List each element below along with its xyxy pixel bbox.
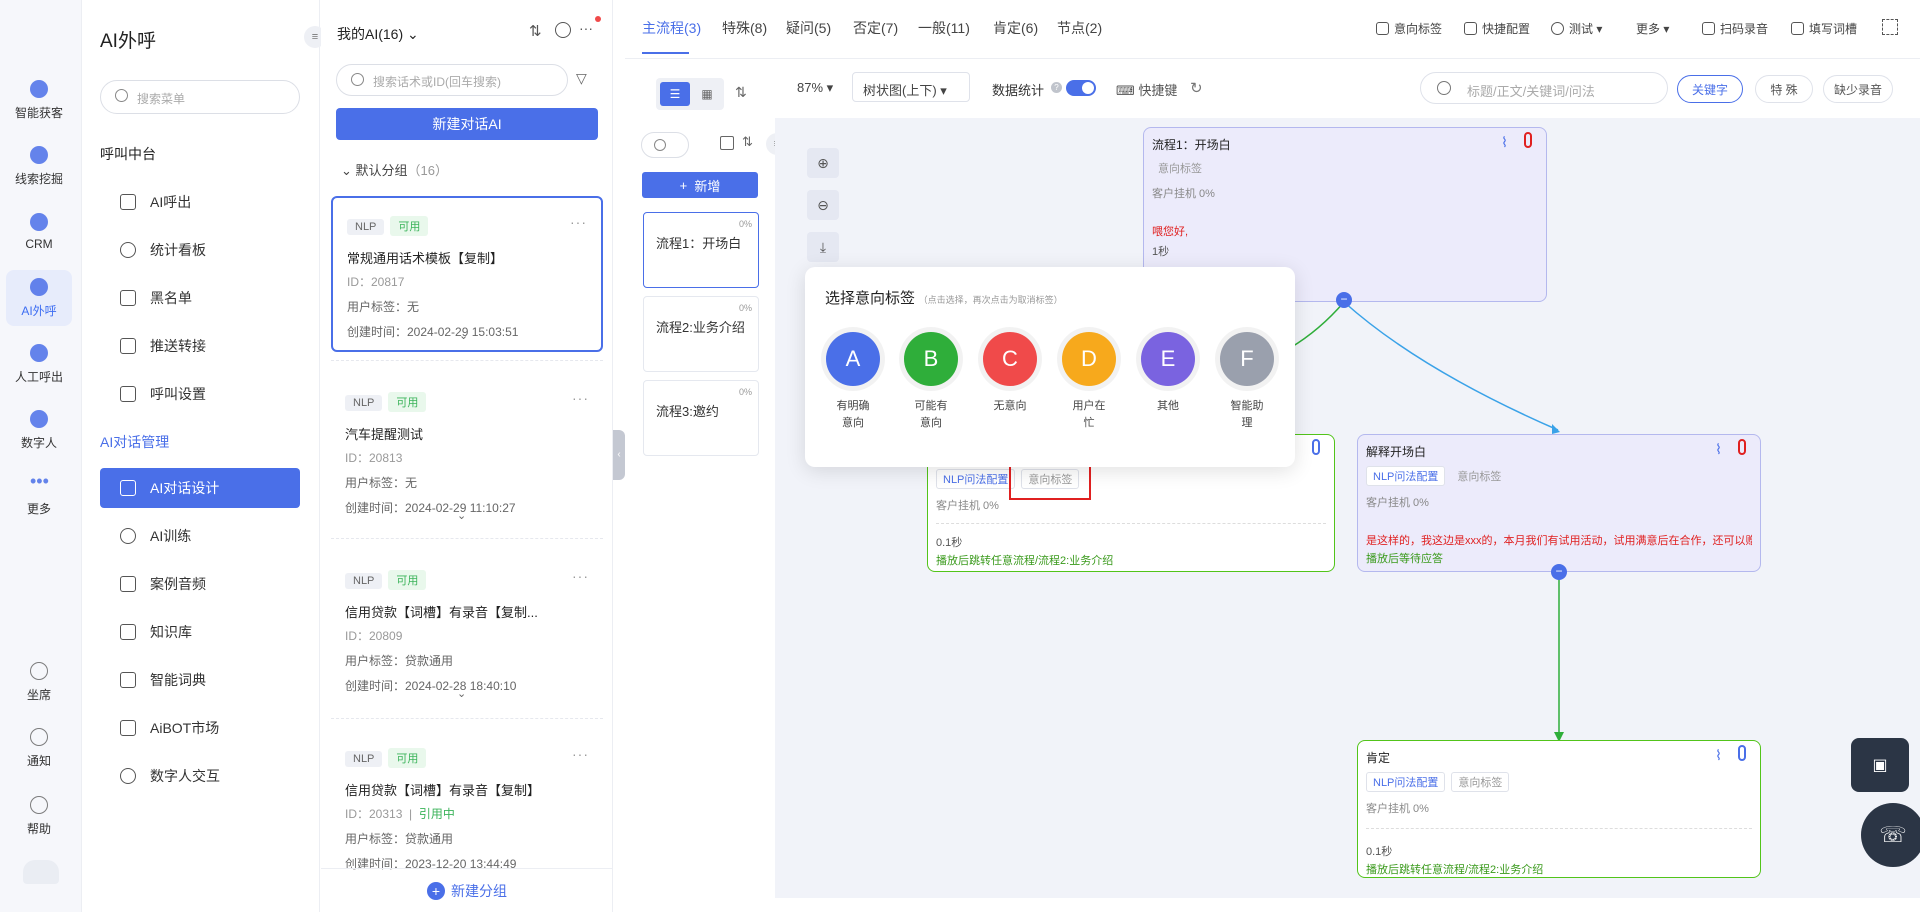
mic-icon[interactable] bbox=[1312, 439, 1320, 455]
collapse-node-icon[interactable]: − bbox=[1551, 564, 1567, 580]
intent-option-a[interactable]: A bbox=[826, 332, 880, 386]
flow-node-positive[interactable]: 肯定 NLP问法配置 意向标签 客户挂机 0% 0.1秒 播放后跳转任意流程/流程… bbox=[1357, 740, 1761, 878]
intent-option-b-label: 可能有 意向 bbox=[914, 400, 948, 429]
zoom-out-icon[interactable]: ⊖ bbox=[807, 190, 839, 220]
phone-widget-icon[interactable]: ☏ bbox=[1861, 803, 1920, 867]
zoom-in-icon[interactable]: ⊕ bbox=[807, 148, 839, 178]
download-icon[interactable]: ⤓ bbox=[807, 232, 839, 262]
chart-icon[interactable]: ⌇ bbox=[1715, 747, 1722, 764]
collapse-node-icon[interactable]: − bbox=[1336, 292, 1352, 308]
mic-icon[interactable] bbox=[1738, 745, 1746, 761]
intent-option-f[interactable]: F bbox=[1220, 332, 1274, 386]
mic-icon[interactable] bbox=[1524, 132, 1532, 148]
intent-option-f-label: 智能助理 bbox=[1230, 400, 1264, 429]
intent-option-d[interactable]: D bbox=[1062, 332, 1116, 386]
chat-widget-icon[interactable]: ▣ bbox=[1851, 738, 1909, 792]
chart-icon[interactable]: ⌇ bbox=[1501, 134, 1508, 151]
chart-icon[interactable]: ⌇ bbox=[1715, 441, 1722, 458]
mic-icon[interactable] bbox=[1738, 439, 1746, 455]
intent-option-d-label: 用户在忙 bbox=[1072, 400, 1106, 429]
intent-option-c[interactable]: C bbox=[983, 332, 1037, 386]
intent-option-a-label: 有明确 意向 bbox=[836, 400, 870, 429]
intent-option-e[interactable]: E bbox=[1141, 332, 1195, 386]
intent-option-e-label: 其他 bbox=[1157, 400, 1179, 412]
flow-node-explain[interactable]: 解释开场白 NLP问法配置 意向标签 客户挂机 0% 是这样的，我这边是xxx的，… bbox=[1357, 434, 1761, 572]
intent-option-b[interactable]: B bbox=[904, 332, 958, 386]
intent-option-c-label: 无意向 bbox=[993, 400, 1027, 412]
